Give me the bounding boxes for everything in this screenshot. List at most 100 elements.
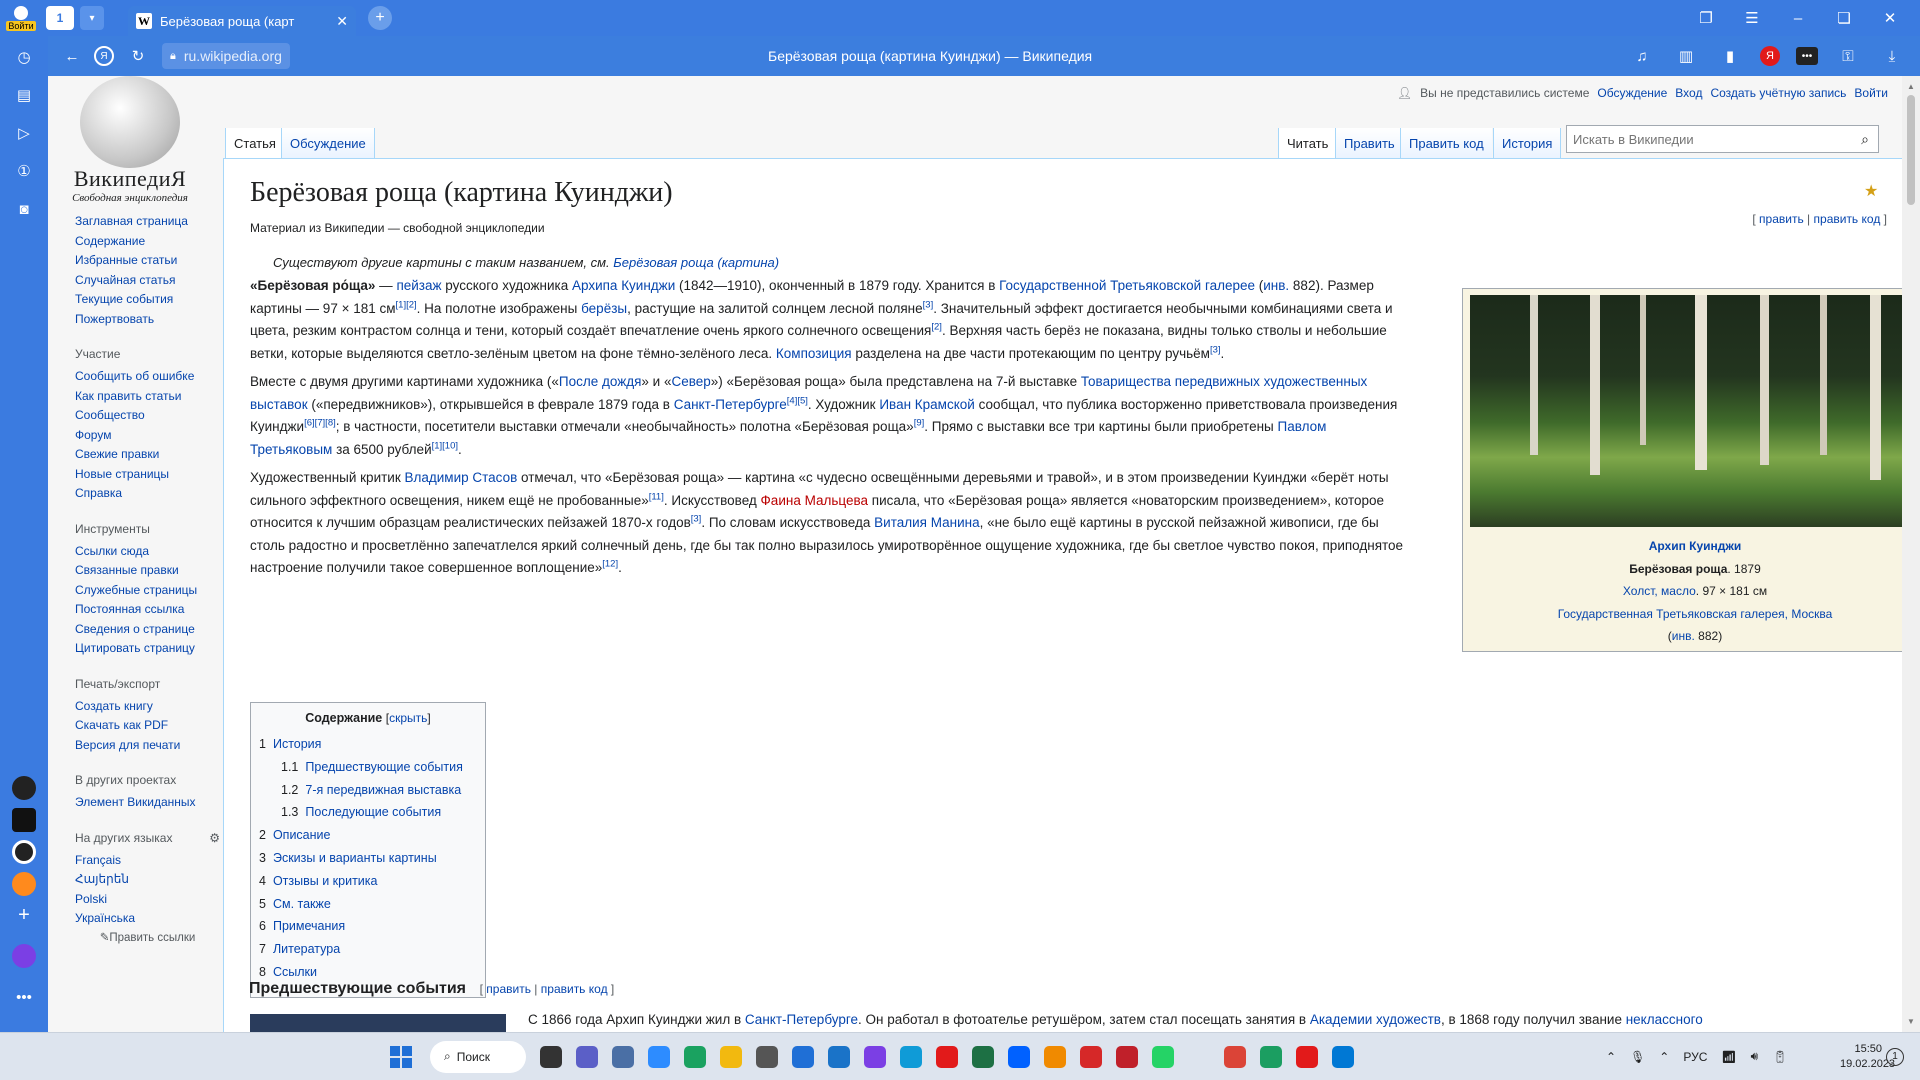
- link-peredvizhniki[interactable]: Товарищества передвижных художественных …: [250, 374, 1367, 412]
- zoom-icon[interactable]: [648, 1045, 670, 1068]
- sidebar-tools-item-3[interactable]: Постоянная ссылка: [75, 600, 220, 620]
- wifi-icon[interactable]: 📶︎: [1721, 1050, 1736, 1064]
- notification-badge[interactable]: 1: [1886, 1047, 1904, 1066]
- store-icon[interactable]: [792, 1045, 814, 1068]
- sidebar-participation-item-6[interactable]: Справка: [75, 484, 220, 504]
- infobox-museum-link[interactable]: Государственная Третьяковская галерея, М…: [1558, 607, 1833, 621]
- personal-login-link[interactable]: Вход: [1675, 86, 1702, 100]
- edit-links[interactable]: ✎Править ссылки: [75, 930, 220, 944]
- bookmarks-icon[interactable]: ▤: [13, 84, 35, 106]
- gear-icon[interactable]: ⚙: [209, 831, 220, 845]
- clock[interactable]: 15:50 19.02.2023: [1840, 1042, 1895, 1072]
- link-tretyakov-pavel[interactable]: Павлом Третьяковым: [250, 419, 1326, 457]
- menu-icon[interactable]: ☰: [1738, 4, 1766, 32]
- link-kuindzhi[interactable]: Архипа Куинджи: [572, 278, 675, 293]
- link-stasov[interactable]: Владимир Стасов: [405, 470, 518, 485]
- sidebar-nav-item-0[interactable]: Заглавная страница: [75, 212, 220, 232]
- key-icon[interactable]: ⚿: [1834, 42, 1862, 70]
- toc-hide-link[interactable]: скрыть: [389, 711, 427, 725]
- sidebar-lang-item-1[interactable]: Հայերեն: [75, 870, 220, 890]
- tab-counter-button[interactable]: 1: [46, 6, 74, 30]
- toc-link[interactable]: 7-я передвижная выставка: [305, 783, 461, 797]
- sidebar-tools-item-4[interactable]: Сведения о странице: [75, 620, 220, 640]
- teams-icon[interactable]: [576, 1045, 598, 1068]
- windows-start-icon[interactable]: [390, 1045, 412, 1068]
- chevron-up-icon[interactable]: ⌃: [1606, 1050, 1616, 1064]
- app-red-icon[interactable]: [1080, 1045, 1102, 1068]
- link-spb[interactable]: Санкт-Петербурге: [674, 397, 787, 412]
- sidebar-projects-item-0[interactable]: Элемент Викиданных: [75, 793, 220, 813]
- link-composition[interactable]: Композиция: [776, 346, 852, 361]
- headphones-icon[interactable]: ♫: [1628, 42, 1656, 70]
- toc-item[interactable]: 1.2 7-я передвижная выставка: [259, 779, 477, 802]
- language-indicator[interactable]: РУС: [1683, 1050, 1707, 1064]
- scrollbar-thumb[interactable]: [1907, 95, 1915, 205]
- bookmark-icon[interactable]: ▮: [1716, 42, 1744, 70]
- wikipedia-logo[interactable]: ВикипедиЯ Свободная энциклопедия: [60, 76, 200, 204]
- sidebar-participation-item-2[interactable]: Сообщество: [75, 406, 220, 426]
- tab-history[interactable]: История: [1493, 128, 1562, 158]
- tab-read[interactable]: Читать: [1278, 128, 1337, 158]
- alice-icon[interactable]: [12, 944, 36, 968]
- back-arrow-icon[interactable]: ←: [58, 42, 86, 70]
- sidebar-nav-item-4[interactable]: Текущие события: [75, 290, 220, 310]
- url-field[interactable]: 🔒︎ ru.wikipedia.org: [162, 43, 290, 69]
- link-inv[interactable]: инв.: [1263, 278, 1289, 293]
- link-kramskoy[interactable]: Иван Крамской: [879, 397, 974, 412]
- tab-edit[interactable]: Править: [1335, 128, 1403, 158]
- toc-link[interactable]: Последующие события: [305, 805, 441, 819]
- reader-icon[interactable]: ▥: [1672, 42, 1700, 70]
- camera-icon[interactable]: [756, 1045, 778, 1068]
- browser-tab[interactable]: W Берёзовая роща (карт ✕: [128, 6, 356, 36]
- dropbox-icon[interactable]: [1008, 1045, 1030, 1068]
- toc-link[interactable]: Примечания: [273, 919, 345, 933]
- search-icon[interactable]: ⌕: [1852, 131, 1878, 148]
- prior-link-nonclass[interactable]: неклассного: [1626, 1012, 1703, 1027]
- firefox-icon[interactable]: [12, 872, 36, 896]
- sidebar-participation-item-5[interactable]: Новые страницы: [75, 465, 220, 485]
- toc-item[interactable]: 5 См. также: [259, 893, 477, 916]
- infobox-author-link[interactable]: Архип Куинджи: [1649, 539, 1742, 553]
- calculator-icon[interactable]: [612, 1045, 634, 1068]
- obs-icon[interactable]: [12, 776, 36, 800]
- toc-link[interactable]: Литература: [273, 942, 340, 956]
- sidebar-nav-item-2[interactable]: Избранные статьи: [75, 251, 220, 271]
- alice-app-icon[interactable]: [864, 1045, 886, 1068]
- chevron-up-icon-2[interactable]: ⌃: [1659, 1050, 1669, 1064]
- tab-article[interactable]: Статья: [225, 128, 284, 158]
- prior-link-academy[interactable]: Академии художеств: [1310, 1012, 1441, 1027]
- sidebar-tools-item-0[interactable]: Ссылки сюда: [75, 542, 220, 562]
- sidebar-participation-item-0[interactable]: Сообщить об ошибке: [75, 367, 220, 387]
- more-icon[interactable]: •••: [13, 986, 35, 1008]
- edge-icon[interactable]: [900, 1045, 922, 1068]
- toc-link[interactable]: См. также: [273, 897, 331, 911]
- screenshot-icon[interactable]: ◙: [13, 198, 35, 220]
- restore-icon[interactable]: ❏: [1830, 4, 1858, 32]
- yandex-home-icon[interactable]: Я: [94, 46, 114, 66]
- sidebar-tools-item-5[interactable]: Цитировать страницу: [75, 639, 220, 659]
- minimize-icon[interactable]: –: [1784, 4, 1812, 32]
- link-maltseva[interactable]: Фаина Мальцева: [761, 493, 868, 508]
- toc-item[interactable]: 1.3 Последующие события: [259, 801, 477, 824]
- toc-link[interactable]: Ссылки: [273, 965, 317, 979]
- sidebar-tools-item-2[interactable]: Служебные страницы: [75, 581, 220, 601]
- sidebar-participation-item-3[interactable]: Форум: [75, 426, 220, 446]
- sidebar-nav-item-3[interactable]: Случайная статья: [75, 271, 220, 291]
- sidebar-lang-item-0[interactable]: Français: [75, 851, 220, 871]
- whatsapp-icon[interactable]: [1152, 1045, 1174, 1068]
- extension-icon[interactable]: •••: [1796, 47, 1818, 65]
- tab-edit-code[interactable]: Править код: [1400, 128, 1492, 158]
- link-tretyakov[interactable]: Государственной Третьяковской галерее: [999, 278, 1255, 293]
- toc-link[interactable]: Эскизы и варианты картины: [273, 851, 437, 865]
- link-after-rain[interactable]: После дождя: [559, 374, 642, 389]
- excel-icon[interactable]: [972, 1045, 994, 1068]
- infobox-inv-link[interactable]: инв.: [1672, 629, 1695, 643]
- explorer-icon[interactable]: [720, 1045, 742, 1068]
- github-icon[interactable]: [12, 808, 36, 832]
- app-ring-icon[interactable]: [12, 840, 36, 864]
- mic-icon[interactable]: 🎙︎: [1630, 1050, 1645, 1064]
- toc-item[interactable]: 7 Литература: [259, 938, 477, 961]
- toc-link[interactable]: Описание: [273, 828, 331, 842]
- page-scrollbar[interactable]: ▲ ▼: [1902, 76, 1920, 1032]
- battery-icon[interactable]: 🔋︎: [1772, 1050, 1787, 1064]
